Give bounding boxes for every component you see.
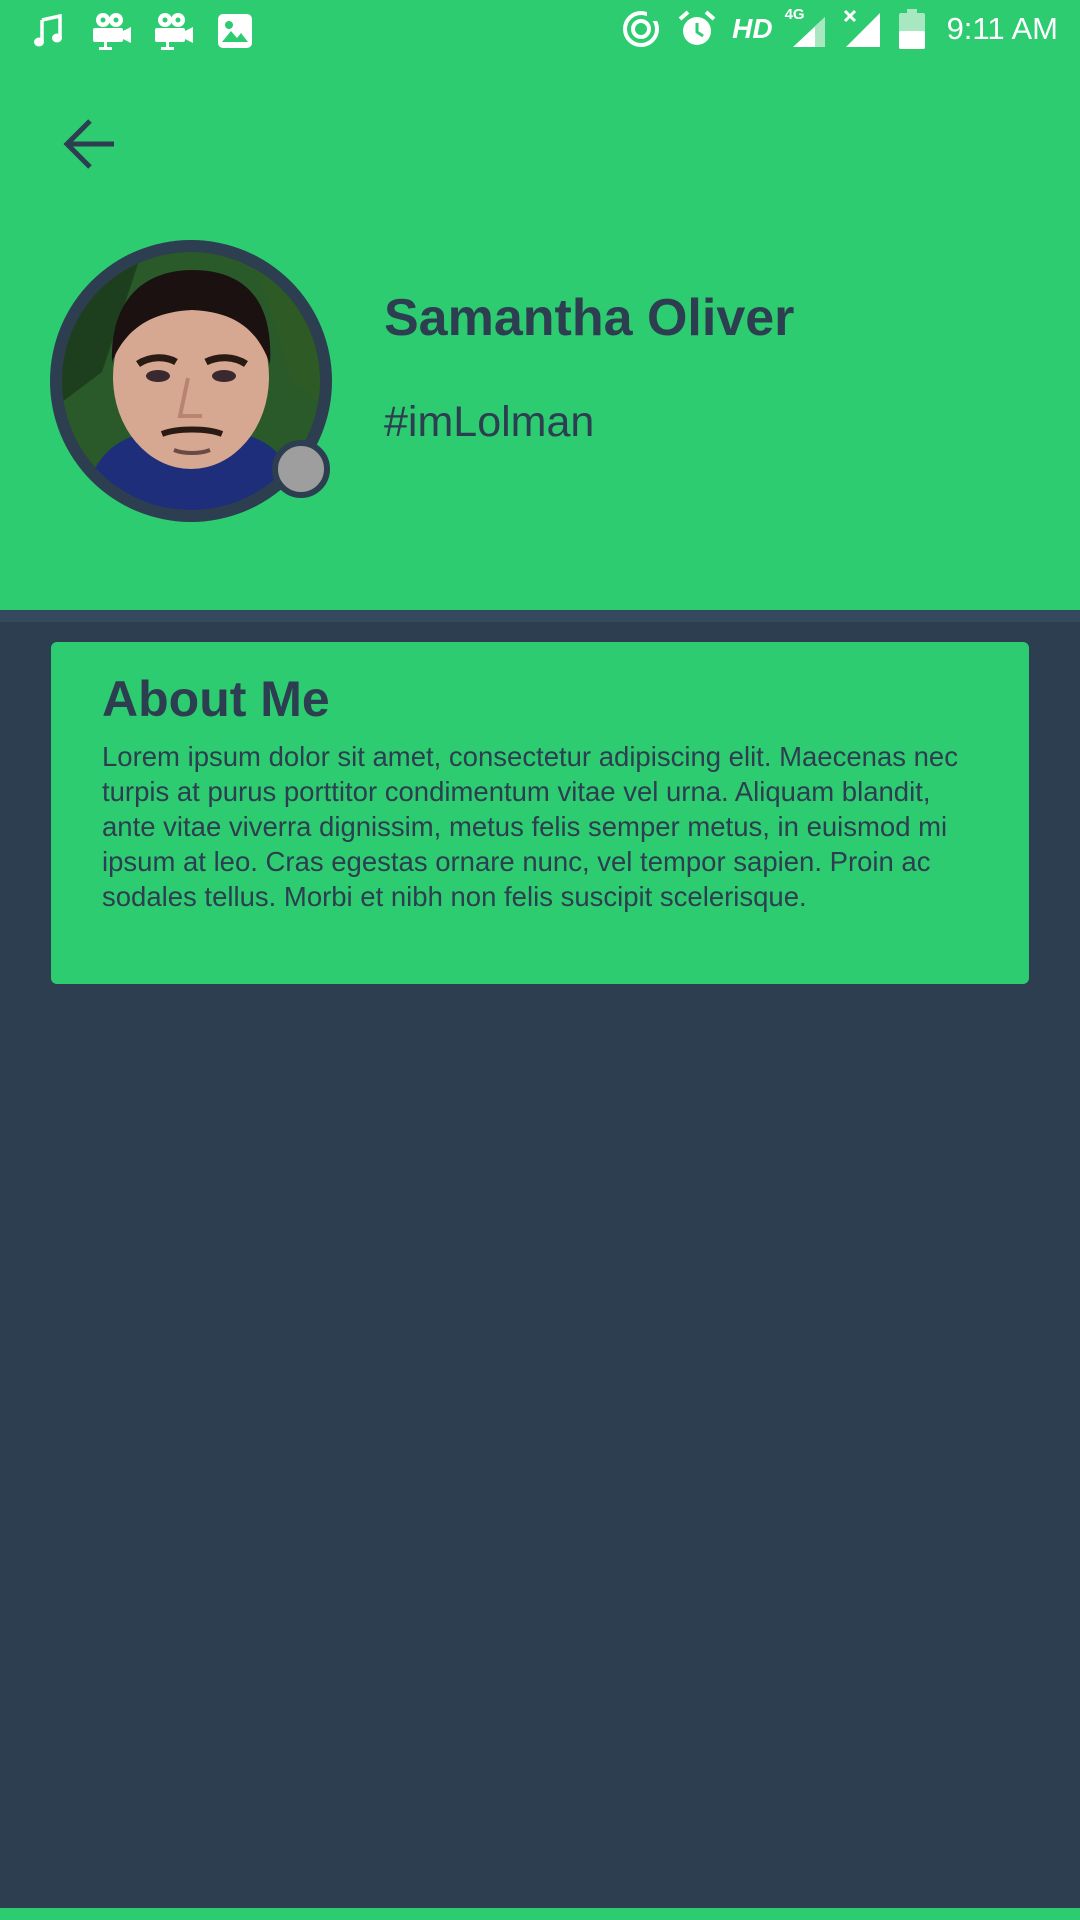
image-icon [214, 10, 256, 52]
profile-header: Samantha Oliver #imLolman [0, 62, 1080, 610]
battery-icon [897, 8, 927, 50]
profile-handle: #imLolman [384, 398, 595, 446]
about-card: About Me Lorem ipsum dolor sit amet, con… [51, 642, 1029, 984]
arrow-left-icon [63, 119, 114, 169]
profile-screen: HD 4G 9:11 AM Samantha Oliver #imLolman … [0, 0, 1080, 1920]
clock: 9:11 AM [946, 11, 1058, 46]
data-saver-icon [620, 8, 662, 50]
alarm-icon [676, 8, 718, 50]
hd-label: HD [732, 13, 773, 44]
music-note-icon [28, 10, 70, 52]
header-divider [0, 610, 1080, 622]
profile-name: Samantha Oliver [384, 289, 795, 347]
presence-status-dot [272, 440, 330, 498]
signal-4g-icon: 4G [784, 6, 827, 50]
back-button[interactable] [52, 106, 128, 182]
video-camera-icon [152, 10, 194, 52]
bottom-accent-strip [0, 1908, 1080, 1920]
notification-icons [28, 10, 256, 52]
about-title: About Me [102, 671, 330, 727]
about-body: Lorem ipsum dolor sit amet, consectetur … [102, 741, 958, 912]
video-camera-icon [90, 10, 132, 52]
avatar-ring [50, 240, 332, 522]
status-bar: HD 4G 9:11 AM [0, 0, 1080, 62]
network-type-label: 4G [784, 6, 805, 23]
system-icons: HD 4G 9:11 AM [620, 6, 1058, 50]
signal-no-sim-icon [841, 8, 883, 50]
